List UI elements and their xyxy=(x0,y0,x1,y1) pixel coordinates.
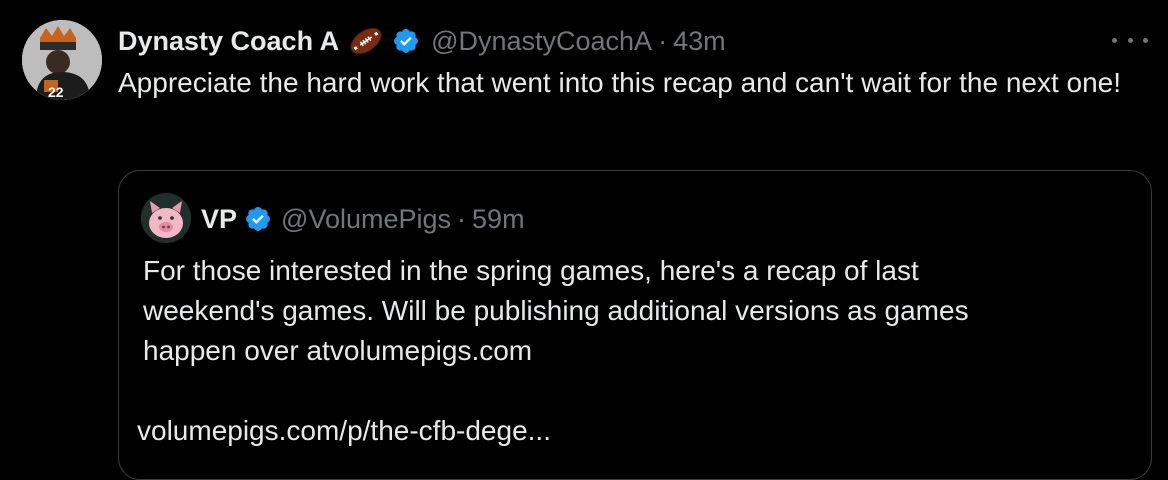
more-dot xyxy=(1112,37,1117,43)
author-avatar-image: 22 xyxy=(22,20,102,100)
tweet-header: Dynasty Coach A @DynastyCoachA · 43m xyxy=(118,22,726,60)
quoted-header-separator: · xyxy=(457,203,467,234)
quoted-text-gap xyxy=(143,371,1123,411)
quoted-tweet-timestamp[interactable]: 59m xyxy=(472,204,525,235)
quoted-author-display-name[interactable]: VP xyxy=(201,204,237,235)
tweet[interactable]: 22 Dynasty Coach A @DynastyCoachA · 43m … xyxy=(0,0,1168,480)
tweet-text: Appreciate the hard work that went into … xyxy=(118,67,1122,98)
verified-badge-icon[interactable] xyxy=(243,204,273,234)
american-football-icon xyxy=(347,26,385,56)
author-handle[interactable]: @DynastyCoachA xyxy=(431,26,652,57)
quoted-link[interactable]: volumepigs.com/p/the-cfb-dege... xyxy=(137,411,1123,451)
author-display-name[interactable]: Dynasty Coach A xyxy=(118,26,339,57)
tweet-timestamp[interactable]: 43m xyxy=(673,26,726,57)
avatar-jersey-number: 22 xyxy=(48,84,64,100)
more-dot xyxy=(1143,37,1148,43)
quoted-text-line: weekend's games. Will be publishing addi… xyxy=(143,295,969,326)
more-dot xyxy=(1127,37,1133,43)
verified-badge-icon[interactable] xyxy=(391,26,421,56)
quoted-author-avatar[interactable] xyxy=(141,193,191,243)
quoted-tweet[interactable]: VP @VolumePigs · 59m For those intereste… xyxy=(118,170,1152,480)
quoted-text-line: For those interested in the spring games… xyxy=(143,255,919,286)
author-avatar[interactable]: 22 xyxy=(22,20,102,100)
quoted-author-handle[interactable]: @VolumePigs xyxy=(281,204,451,235)
quoted-tweet-header: VP @VolumePigs · 59m xyxy=(201,201,525,237)
pig-avatar-image xyxy=(141,193,191,243)
quoted-text-line: happen over atvolumepigs.com xyxy=(143,335,533,366)
header-separator: · xyxy=(658,25,668,56)
quoted-tweet-text: For those interested in the spring games… xyxy=(137,251,1123,451)
more-options-icon[interactable] xyxy=(1112,28,1148,52)
